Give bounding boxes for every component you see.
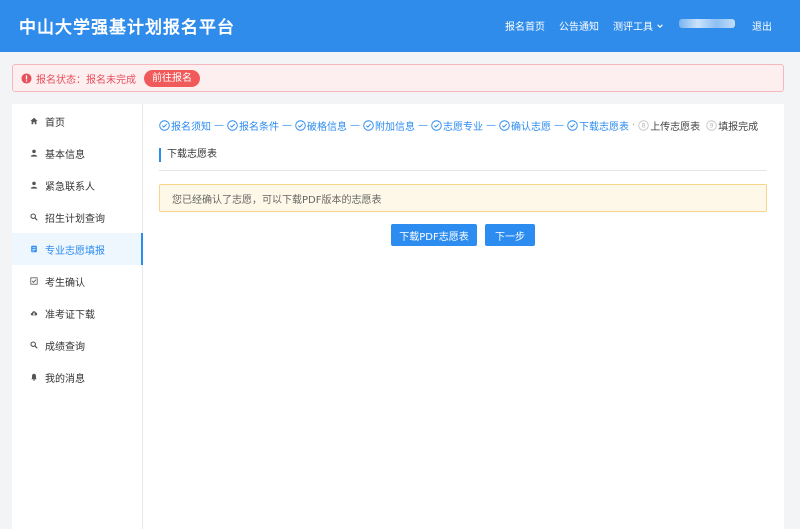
- step-notice[interactable]: 报名须知 —: [159, 118, 227, 133]
- sidebar-item-emergency-contact[interactable]: 紧急联系人: [12, 169, 143, 201]
- step-label: 填报完成: [718, 121, 759, 133]
- step-label: 志愿专业: [443, 121, 483, 133]
- sidebar-item-my-messages[interactable]: 我的消息: [12, 361, 143, 393]
- search-icon: [30, 213, 38, 221]
- check-circle-icon: [159, 119, 170, 131]
- bell-icon: [31, 373, 37, 381]
- step-complete[interactable]: 9 填报完成: [706, 118, 758, 133]
- sidebar-item-major-application[interactable]: 专业志愿填报: [12, 233, 143, 265]
- step-label: 下载志愿表: [579, 121, 629, 133]
- confirm-notice-text: 您已经确认了志愿，可以下载PDF版本的志愿表: [172, 194, 382, 206]
- check-circle-icon: [567, 119, 578, 131]
- sidebar-item-basic-info[interactable]: 基本信息: [12, 137, 143, 169]
- next-step-button[interactable]: 下一步: [485, 224, 535, 246]
- check-circle-icon: [499, 119, 510, 131]
- step-label: 上传志愿表: [650, 121, 701, 133]
- svg-text:8: 8: [642, 121, 646, 129]
- nav-tools[interactable]: 测评工具: [613, 18, 664, 33]
- nav-logout[interactable]: 退出: [752, 18, 772, 33]
- step-connector: —: [418, 119, 428, 131]
- step-connector: ·: [632, 119, 636, 131]
- sidebar-item-candidate-confirm[interactable]: 考生确认: [12, 265, 143, 297]
- check-circle-icon: [295, 119, 306, 131]
- svg-text:9: 9: [710, 121, 714, 129]
- sidebar-item-label: 成绩查询: [45, 341, 85, 353]
- user-icon: [30, 181, 38, 189]
- site-title: 中山大学强基计划报名平台: [19, 18, 235, 38]
- go-register-button[interactable]: 前往报名: [144, 69, 200, 87]
- step-major-choice[interactable]: 志愿专业 —: [431, 118, 499, 133]
- cloud-download-icon: [30, 311, 38, 316]
- section-divider: [159, 170, 767, 171]
- check-circle-icon: [227, 119, 238, 131]
- sidebar: 首页 基本信息 紧急联系人 招生计划查询 专业志愿填报 考生确认 准考证下载 成…: [12, 104, 143, 529]
- step-label: 附加信息: [375, 121, 415, 133]
- step-label: 破格信息: [307, 121, 347, 133]
- step-confirm-choice[interactable]: 确认志愿 —: [499, 118, 567, 133]
- registration-status-text: 报名状态：报名未完成: [36, 74, 136, 86]
- check-circle-icon: [431, 119, 442, 131]
- sidebar-item-score-query[interactable]: 成绩查询: [12, 329, 143, 361]
- step-exception-info[interactable]: 破格信息 —: [295, 118, 363, 133]
- sidebar-item-label: 我的消息: [45, 373, 85, 385]
- step-number-9-icon: 9: [706, 119, 717, 131]
- progress-steps: 报名须知 — 报名条件 — 破格信息 — 附加信息 — 志愿专业 — 确认志愿 …: [159, 118, 758, 133]
- step-connector: —: [350, 119, 360, 131]
- step-label: 报名条件: [239, 121, 279, 133]
- registration-status-alert: 报名状态：报名未完成 前往报名: [12, 64, 784, 92]
- nav-home[interactable]: 报名首页: [505, 18, 545, 33]
- user-icon: [30, 149, 38, 157]
- sidebar-item-label: 准考证下载: [45, 309, 95, 321]
- step-label: 报名须知: [171, 121, 211, 133]
- step-conditions[interactable]: 报名条件 —: [227, 118, 295, 133]
- download-pdf-button[interactable]: 下载PDF志愿表: [391, 224, 477, 246]
- alert-circle-icon: [21, 72, 32, 84]
- step-connector: —: [214, 119, 224, 131]
- chevron-down-icon: [657, 23, 663, 28]
- sidebar-item-label: 首页: [45, 117, 65, 129]
- check-circle-icon: [363, 119, 374, 131]
- sidebar-item-label: 专业志愿填报: [45, 245, 105, 257]
- sidebar-item-label: 紧急联系人: [45, 181, 95, 193]
- sidebar-item-enrollment-plan[interactable]: 招生计划查询: [12, 201, 143, 233]
- sidebar-item-label: 招生计划查询: [45, 213, 105, 225]
- sidebar-item-home[interactable]: 首页: [12, 105, 143, 137]
- user-name-blurred[interactable]: [679, 19, 735, 28]
- confirm-notice: 您已经确认了志愿，可以下载PDF版本的志愿表: [159, 184, 767, 212]
- nav-tools-label: 测评工具: [613, 22, 653, 33]
- step-upload-form[interactable]: 8 上传志愿表: [638, 118, 706, 133]
- step-number-8-icon: 8: [638, 119, 649, 131]
- step-additional-info[interactable]: 附加信息 —: [363, 118, 431, 133]
- sidebar-item-label: 基本信息: [45, 149, 85, 161]
- home-icon: [30, 117, 38, 125]
- nav-notice[interactable]: 公告通知: [559, 18, 599, 33]
- step-connector: —: [554, 119, 564, 131]
- top-header: 中山大学强基计划报名平台 报名首页 公告通知 测评工具 退出: [0, 0, 800, 52]
- document-icon: [31, 245, 37, 253]
- step-label: 确认志愿: [511, 121, 551, 133]
- sidebar-item-admission-ticket[interactable]: 准考证下载: [12, 297, 143, 329]
- search-icon: [30, 341, 38, 349]
- checkbox-icon: [30, 277, 38, 285]
- main-content: 报名须知 — 报名条件 — 破格信息 — 附加信息 — 志愿专业 — 确认志愿 …: [143, 104, 784, 529]
- section-title: 下载志愿表: [159, 148, 217, 162]
- step-download-form[interactable]: 下载志愿表 ·: [567, 118, 638, 133]
- sidebar-item-label: 考生确认: [45, 277, 85, 289]
- step-connector: —: [486, 119, 496, 131]
- step-connector: —: [282, 119, 292, 131]
